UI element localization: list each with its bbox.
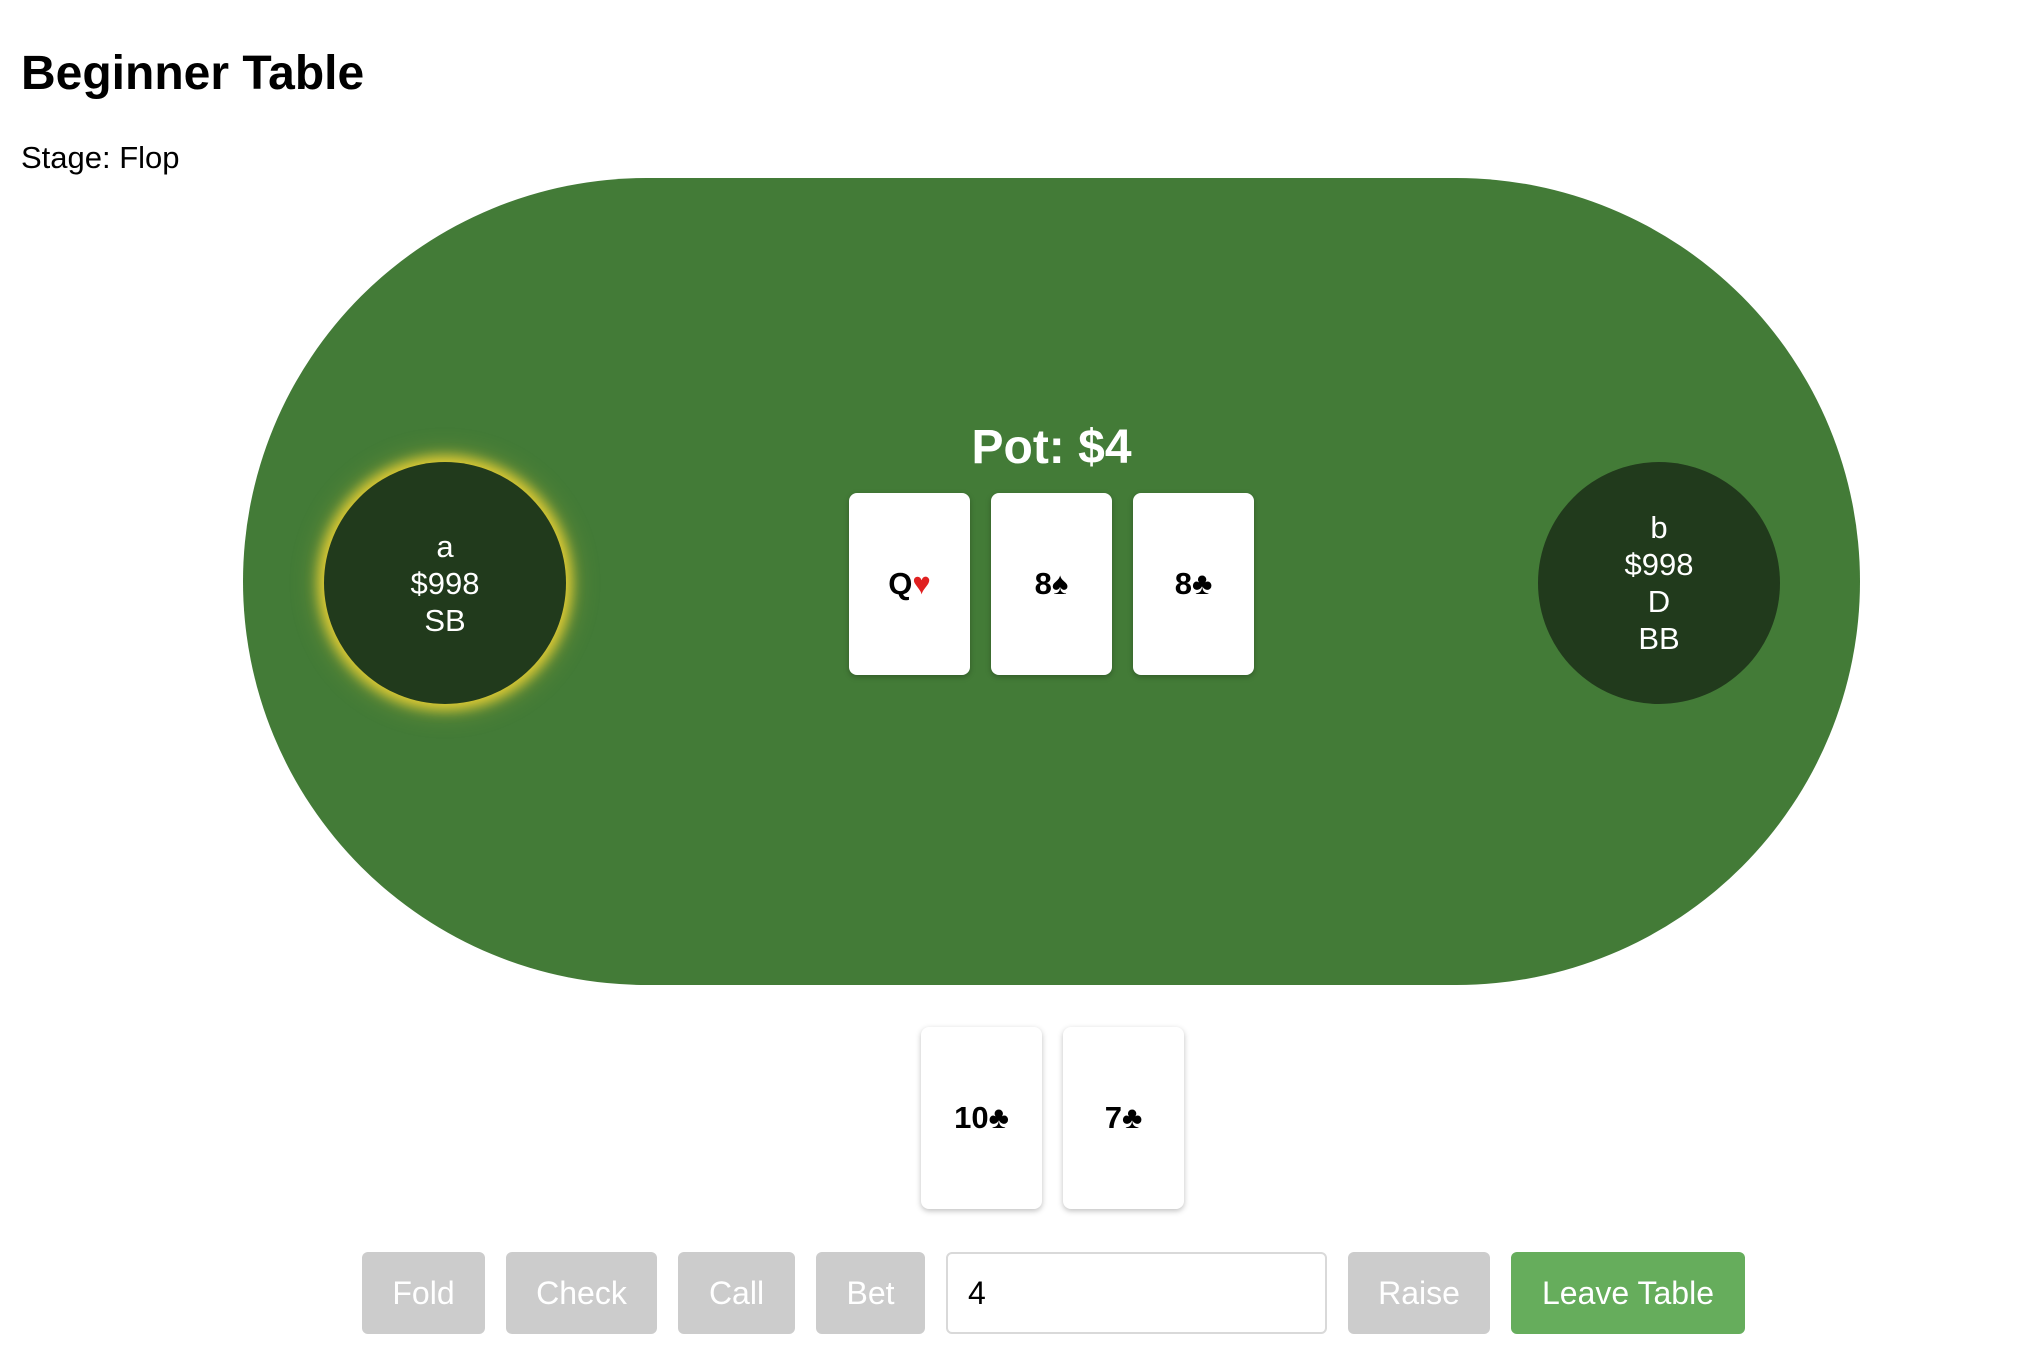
stage-indicator: Stage: Flop — [21, 140, 180, 175]
action-bar: Fold Check Call Bet Raise Leave Table — [362, 1252, 1745, 1334]
player-role: BB — [1638, 621, 1680, 656]
player-stack: $998 — [410, 565, 480, 601]
player-role: SB — [424, 602, 466, 638]
card-rank: 7 — [1104, 1100, 1122, 1135]
board-card: 8 ♣ — [1133, 493, 1254, 675]
player-seat-b: b $998 D BB — [1538, 462, 1780, 704]
card-rank: Q — [888, 566, 913, 601]
card-rank: 8 — [1174, 566, 1192, 601]
board-card: 8 ♠ — [991, 493, 1112, 675]
player-hand: 10 ♣ 7 ♣ — [921, 1027, 1184, 1209]
heart-icon: ♥ — [912, 566, 931, 601]
spade-icon: ♠ — [1051, 566, 1069, 601]
bet-button[interactable]: Bet — [816, 1252, 925, 1334]
club-icon: ♣ — [1191, 566, 1213, 601]
board-card: Q ♥ — [849, 493, 970, 675]
dealer-marker: D — [1647, 584, 1671, 619]
poker-table: a $998 SB Pot: $4 Q ♥ 8 ♠ 8 ♣ b $998 D BB — [243, 178, 1860, 985]
player-name: b — [1650, 510, 1668, 545]
page-title: Beginner Table — [21, 47, 365, 100]
hole-card: 10 ♣ — [921, 1027, 1042, 1209]
call-button[interactable]: Call — [678, 1252, 795, 1334]
card-rank: 10 — [954, 1100, 989, 1135]
player-name: a — [436, 528, 454, 564]
leave-table-button[interactable]: Leave Table — [1511, 1252, 1745, 1334]
bet-amount-input[interactable] — [946, 1252, 1327, 1334]
player-stack: $998 — [1624, 547, 1694, 582]
fold-button[interactable]: Fold — [362, 1252, 485, 1334]
player-seat-a: a $998 SB — [324, 462, 566, 704]
community-cards: Q ♥ 8 ♠ 8 ♣ — [849, 493, 1254, 675]
card-rank: 8 — [1034, 566, 1052, 601]
hole-card: 7 ♣ — [1063, 1027, 1184, 1209]
pot-amount: Pot: $4 — [971, 421, 1132, 474]
raise-button[interactable]: Raise — [1348, 1252, 1490, 1334]
club-icon: ♣ — [1121, 1100, 1143, 1135]
club-icon: ♣ — [988, 1100, 1009, 1135]
check-button[interactable]: Check — [506, 1252, 657, 1334]
